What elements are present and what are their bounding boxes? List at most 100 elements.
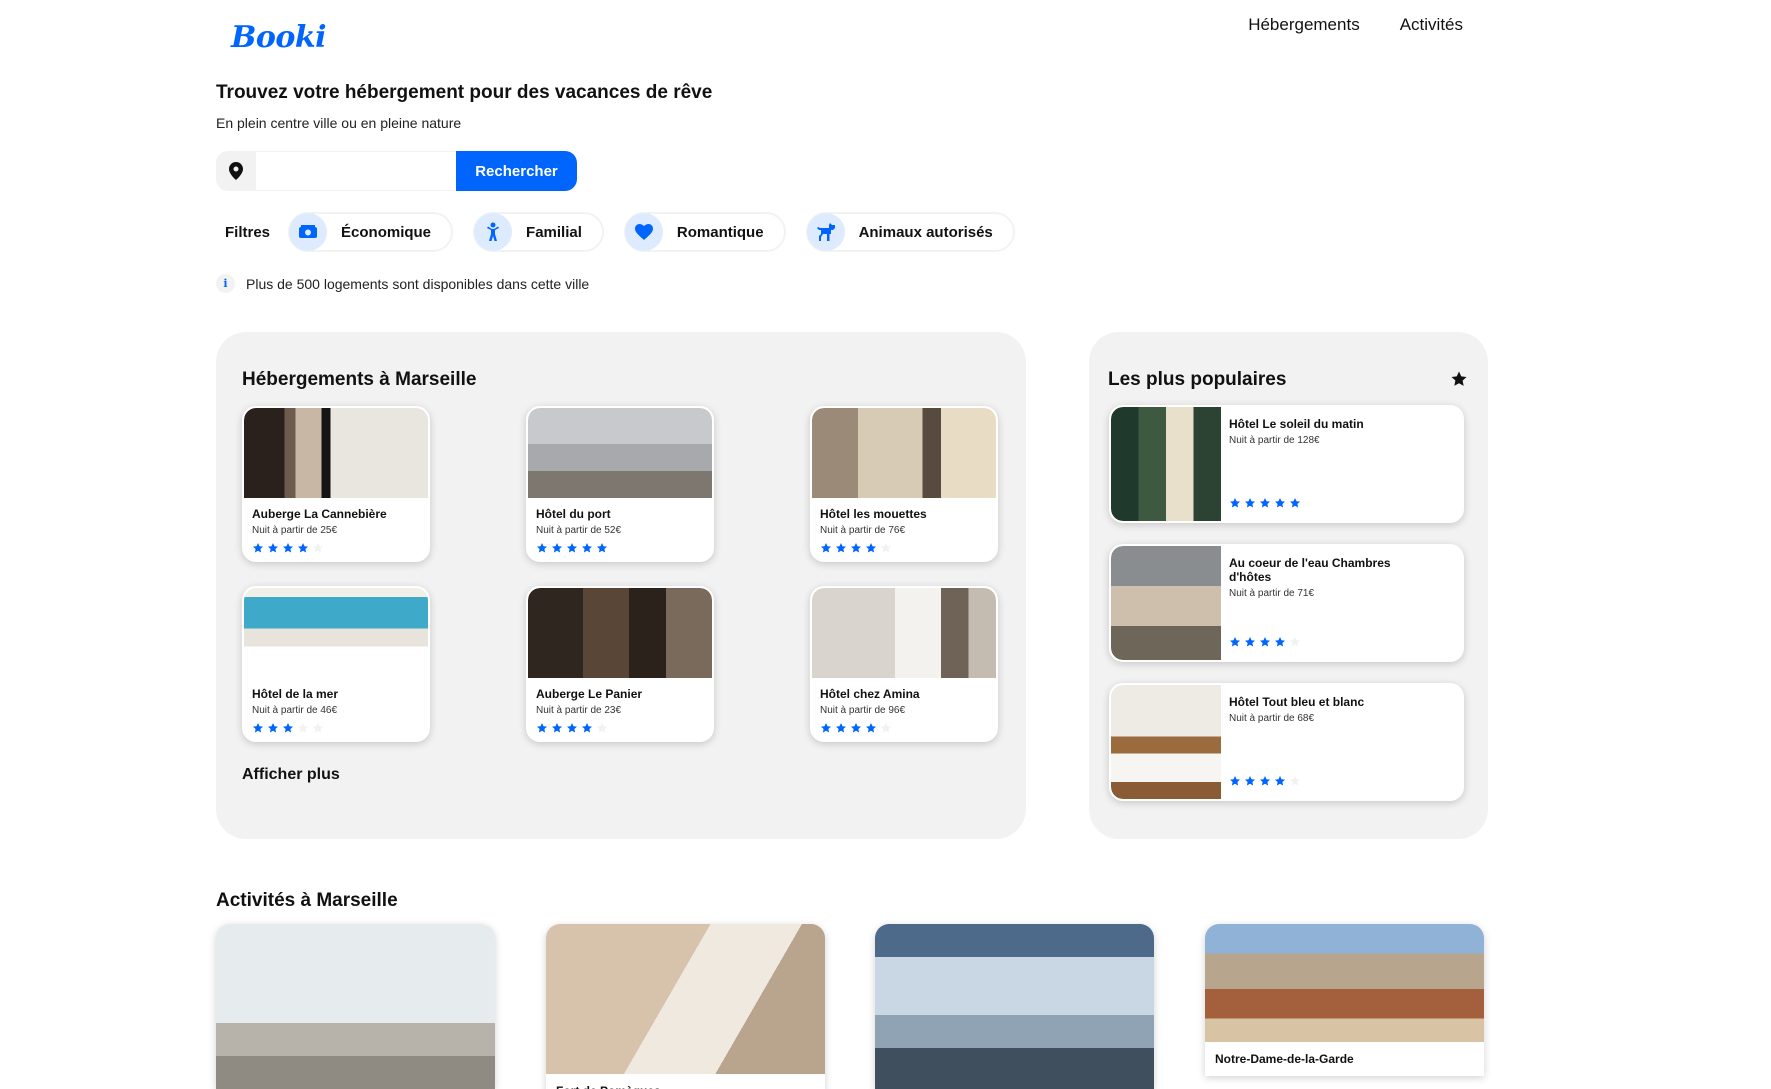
star-filled-icon — [1245, 776, 1255, 786]
rating-stars — [1229, 636, 1301, 648]
hebergement-card[interactable]: Hôtel les mouettes Nuit à partir de 76€ — [810, 406, 998, 562]
star-empty-icon — [597, 723, 607, 733]
info-banner: i Plus de 500 logements sont disponibles… — [216, 274, 589, 293]
filter-label: Familial — [526, 223, 582, 241]
star-empty-icon — [298, 723, 308, 733]
filter-animaux[interactable]: Animaux autorisés — [805, 212, 1015, 252]
rating-stars — [536, 722, 712, 734]
star-empty-icon — [1290, 637, 1300, 647]
star-filled-icon — [866, 543, 876, 553]
hebergement-card[interactable]: Hôtel chez Amina Nuit à partir de 96€ — [810, 586, 998, 742]
heart-icon — [624, 213, 663, 251]
activite-name: Fort de Pomègues — [546, 1074, 825, 1089]
hebergements-panel: Hébergements à Marseille Auberge La Cann… — [216, 332, 1026, 839]
activite-card[interactable]: Fort de Pomègues — [546, 924, 825, 1089]
star-empty-icon — [313, 723, 323, 733]
star-icon — [1450, 370, 1468, 393]
star-filled-icon — [253, 723, 263, 733]
hebergement-price: Nuit à partir de 25€ — [252, 525, 338, 536]
activites-title: Activités à Marseille — [216, 890, 398, 911]
populaires-title: Les plus populaires — [1108, 369, 1287, 390]
filter-label: Animaux autorisés — [858, 223, 993, 241]
hebergement-price: Nuit à partir de 23€ — [536, 705, 622, 716]
star-filled-icon — [283, 543, 293, 553]
populaire-card[interactable]: Hôtel Le soleil du matin Nuit à partir d… — [1109, 405, 1464, 523]
populaire-photo — [1111, 407, 1221, 521]
star-filled-icon — [552, 543, 562, 553]
hebergement-card[interactable]: Auberge Le Panier Nuit à partir de 23€ — [526, 586, 714, 742]
populaire-name: Hôtel Tout bleu et blanc — [1229, 695, 1365, 709]
populaire-photo — [1111, 685, 1221, 799]
star-filled-icon — [567, 543, 577, 553]
star-empty-icon — [881, 543, 891, 553]
hebergement-name: Hôtel du port — [536, 507, 611, 521]
search-input[interactable] — [256, 151, 456, 191]
activite-photo — [875, 924, 1154, 1089]
hebergements-title: Hébergements à Marseille — [242, 369, 477, 390]
star-filled-icon — [821, 723, 831, 733]
child-icon — [474, 213, 513, 251]
info-icon: i — [216, 274, 235, 293]
filter-romantique[interactable]: Romantique — [623, 212, 786, 252]
activite-photo — [1205, 924, 1484, 1042]
filter-label: Romantique — [676, 223, 764, 241]
star-empty-icon — [1290, 776, 1300, 786]
filter-economique[interactable]: Économique — [288, 212, 454, 252]
star-filled-icon — [1275, 637, 1285, 647]
hebergement-photo — [528, 408, 712, 498]
filter-familial[interactable]: Familial — [473, 212, 604, 252]
star-filled-icon — [537, 723, 547, 733]
star-filled-icon — [851, 543, 861, 553]
rating-stars — [252, 722, 428, 734]
hebergement-price: Nuit à partir de 46€ — [252, 705, 338, 716]
search-button[interactable]: Rechercher — [456, 151, 577, 191]
populaire-card[interactable]: Hôtel Tout bleu et blanc Nuit à partir d… — [1109, 683, 1464, 801]
location-pin-icon — [216, 151, 256, 191]
hebergement-card[interactable]: Hôtel du port Nuit à partir de 52€ — [526, 406, 714, 562]
rating-stars — [1229, 497, 1301, 509]
afficher-plus-link[interactable]: Afficher plus — [242, 766, 340, 784]
populaire-price: Nuit à partir de 68€ — [1229, 713, 1315, 724]
hebergement-photo — [244, 408, 428, 498]
star-filled-icon — [298, 543, 308, 553]
star-filled-icon — [552, 723, 562, 733]
populaire-card[interactable]: Au coeur de l'eau Chambres d'hôtes Nuit … — [1109, 544, 1464, 662]
activite-card[interactable]: Notre-Dame-de-la-Garde — [1205, 924, 1484, 1076]
star-filled-icon — [1290, 498, 1300, 508]
star-filled-icon — [1260, 498, 1270, 508]
star-filled-icon — [866, 723, 876, 733]
star-filled-icon — [253, 543, 263, 553]
hebergement-photo — [812, 588, 996, 678]
star-filled-icon — [582, 543, 592, 553]
star-filled-icon — [821, 543, 831, 553]
star-filled-icon — [597, 543, 607, 553]
star-filled-icon — [1230, 776, 1240, 786]
rating-stars — [252, 542, 428, 554]
star-filled-icon — [836, 543, 846, 553]
hebergement-card[interactable]: Auberge La Cannebière Nuit à partir de 2… — [242, 406, 430, 562]
populaire-price: Nuit à partir de 128€ — [1229, 435, 1320, 446]
populaires-panel: Les plus populaires Hôtel Le soleil du m… — [1089, 332, 1488, 839]
hebergement-card[interactable]: Hôtel de la mer Nuit à partir de 46€ — [242, 586, 430, 742]
booki-logo[interactable]: Booki — [231, 20, 327, 55]
hero-subtitle: En plein centre ville ou en pleine natur… — [216, 115, 462, 131]
activite-card[interactable] — [875, 924, 1154, 1089]
star-filled-icon — [1275, 498, 1285, 508]
hebergement-photo — [528, 588, 712, 678]
hebergement-name: Hôtel les mouettes — [820, 507, 927, 521]
activite-card[interactable] — [216, 924, 495, 1089]
nav-link-hebergements[interactable]: Hébergements — [1248, 15, 1360, 35]
hebergement-name: Auberge La Cannebière — [252, 507, 387, 521]
hebergement-photo — [812, 408, 996, 498]
top-nav: Hébergements Activités — [1248, 15, 1463, 35]
star-filled-icon — [1260, 637, 1270, 647]
rating-stars — [820, 722, 996, 734]
star-filled-icon — [283, 723, 293, 733]
nav-link-activites[interactable]: Activités — [1400, 15, 1463, 35]
populaire-name: Hôtel Le soleil du matin — [1229, 417, 1364, 431]
star-filled-icon — [268, 543, 278, 553]
hebergement-name: Hôtel chez Amina — [820, 687, 920, 701]
populaire-price: Nuit à partir de 71€ — [1229, 588, 1315, 599]
hebergement-price: Nuit à partir de 96€ — [820, 705, 906, 716]
star-filled-icon — [851, 723, 861, 733]
